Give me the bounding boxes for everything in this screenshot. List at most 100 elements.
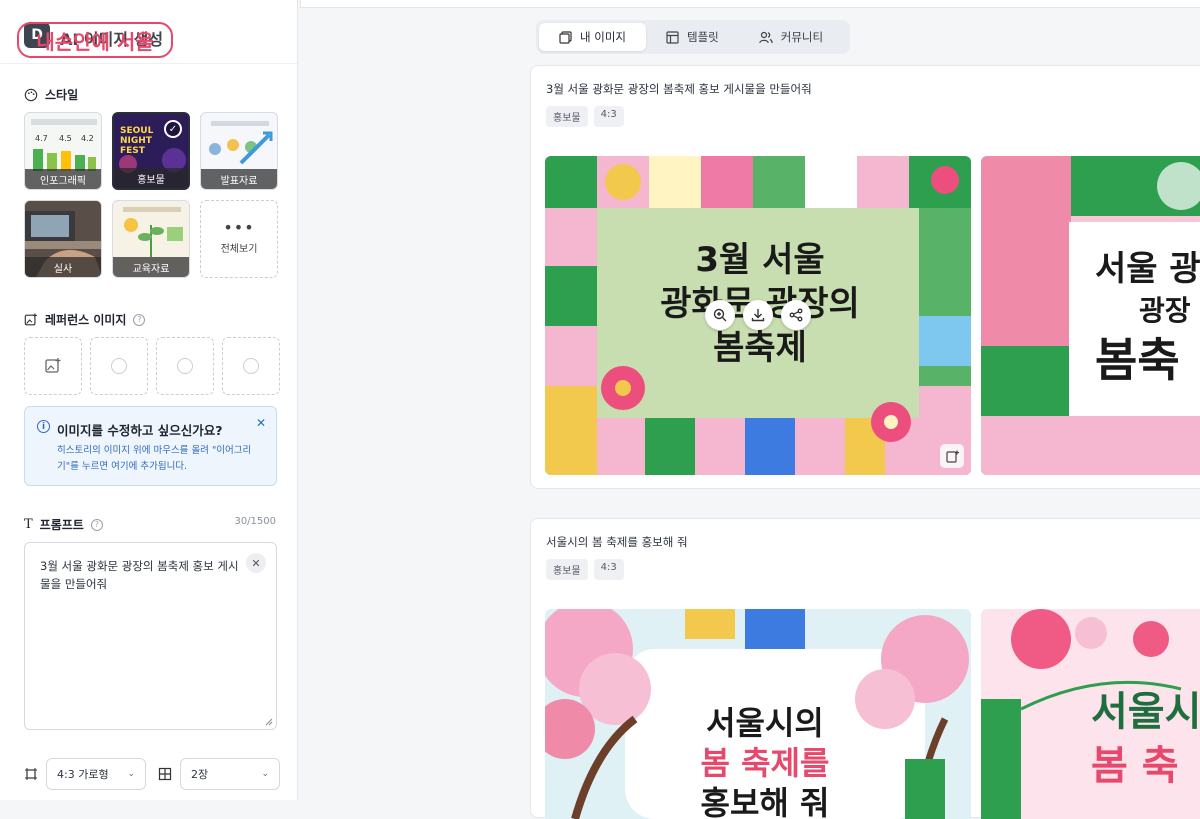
palette-icon: [24, 88, 38, 101]
style-tile-label: 실사: [25, 257, 101, 277]
poster-line: 서울시의: [706, 704, 824, 742]
grid-icon: [158, 767, 172, 781]
image-upload-icon: [45, 358, 61, 373]
template-icon: [666, 30, 679, 44]
sidebar: D AI 이미지 생성 내손안에 서울 스타일 4.7 4.5 4.2 인포그래…: [0, 0, 298, 800]
help-icon[interactable]: ?: [133, 313, 146, 326]
poster-title: 서울시의 봄 축제를 홍보해 줘: [645, 703, 885, 819]
main-area: 내 이미지 템플릿 커뮤니티 3월 서울 광화문 광장의 봄축제 홍보 게시물을…: [300, 8, 1200, 819]
help-icon[interactable]: ?: [90, 518, 103, 531]
tab-my-images[interactable]: 내 이미지: [539, 23, 646, 51]
images-icon: [559, 30, 572, 44]
svg-text:4.2: 4.2: [81, 134, 94, 143]
generated-image[interactable]: 3월 서울 광화문 광장의 봄축제: [545, 156, 971, 475]
style-section-title: 스타일: [24, 86, 78, 103]
style-tile-presentation[interactable]: 발표자료: [200, 112, 278, 190]
history-card: 서울시의 봄 축제를 홍보해 줘 홍보물 4:3 서울시의 봄 축제를 홍보해 …: [530, 518, 1200, 819]
history-prompt: 3월 서울 광화문 광장의 봄축제 홍보 게시물을 만들어줘: [546, 82, 812, 96]
style-tag: 홍보물: [546, 559, 588, 580]
prompt-char-counter: 30/1500: [234, 516, 276, 527]
poster-title: 서울시 봄 축: [1091, 685, 1200, 793]
edit-info-box: i 이미지를 수정하고 싶으신가요? 히스토리의 이미지 위에 마우스를 올려 …: [24, 406, 277, 486]
reference-title-label: 레퍼런스 이미지: [45, 313, 127, 327]
svg-text:4.5: 4.5: [59, 134, 72, 143]
style-title-label: 스타일: [45, 88, 79, 102]
info-description: 히스토리의 이미지 위에 마우스를 올려 "이어그리기"를 누르면 여기에 추가…: [57, 445, 252, 472]
style-tile-photo[interactable]: 실사: [24, 200, 102, 278]
count-select-value: 2장: [191, 768, 209, 781]
prompt-textarea[interactable]: 3월 서울 광화문 광장의 봄축제 홍보 게시물을 만들어줘 ✕: [24, 542, 277, 730]
presentation-thumbnail: [209, 121, 273, 165]
tab-templates[interactable]: 템플릿: [646, 23, 739, 51]
share-icon: [789, 308, 803, 322]
poster-line: 봄축: [1095, 333, 1180, 387]
tab-label: 템플릿: [686, 30, 719, 44]
history-tags: 홍보물 4:3: [546, 559, 624, 580]
sidebar-header: D AI 이미지 생성 내손안에 서울: [0, 0, 297, 64]
history-tags: 홍보물 4:3: [546, 106, 624, 127]
download-button[interactable]: [743, 300, 773, 330]
clear-prompt-button[interactable]: ✕: [246, 553, 266, 573]
image-add-icon: [24, 312, 37, 325]
prompt-text[interactable]: 3월 서울 광화문 광장의 봄축제 홍보 게시물을 만들어줘: [40, 557, 240, 593]
generated-image[interactable]: 서울 광 광장 봄축: [981, 156, 1200, 475]
users-icon: [758, 31, 773, 43]
info-icon: i: [37, 420, 50, 433]
image-actions: [705, 300, 811, 330]
style-tile-promo[interactable]: SEOUL NIGHT FEST ✓ 홍보물: [112, 112, 190, 190]
reference-upload-slot[interactable]: [24, 337, 82, 395]
reference-slot[interactable]: [90, 337, 148, 395]
reference-slots: [24, 337, 280, 395]
style-tile-education[interactable]: 교육자료: [112, 200, 190, 278]
style-view-all-button[interactable]: ••• 전체보기: [200, 200, 278, 278]
close-icon[interactable]: ✕: [256, 416, 266, 430]
ratio-tag: 4:3: [593, 559, 624, 580]
empty-slot-icon: [243, 358, 259, 374]
more-dots-icon: •••: [223, 217, 255, 237]
history-card: 3월 서울 광화문 광장의 봄축제 홍보 게시물을 만들어줘 홍보물 4:3 3…: [530, 65, 1200, 489]
style-grid: 4.7 4.5 4.2 인포그래픽 SEOUL NIGHT FEST ✓ 홍보물: [24, 112, 278, 278]
generated-image[interactable]: 서울시의 봄 축제를 홍보해 줘: [545, 609, 971, 819]
generated-image[interactable]: 서울시 봄 축: [981, 609, 1200, 819]
top-bar: [300, 0, 1200, 8]
empty-slot-icon: [177, 358, 193, 374]
continue-draw-button[interactable]: [940, 444, 964, 468]
count-select[interactable]: 2장 ⌄: [180, 758, 280, 790]
style-tile-infographic[interactable]: 4.7 4.5 4.2 인포그래픽: [24, 112, 102, 190]
poster-line: 봄 축: [1091, 743, 1179, 789]
ratio-tag: 4:3: [593, 106, 624, 127]
education-thumbnail: [123, 207, 183, 257]
poster-line: 3월 서울: [695, 240, 825, 280]
chevron-down-icon: ⌄: [127, 769, 135, 779]
style-tile-label: 교육자료: [113, 257, 189, 277]
infographic-thumbnail: 4.7 4.5 4.2: [31, 119, 97, 171]
poster-line: 봄축제: [713, 328, 807, 368]
reference-slot[interactable]: [156, 337, 214, 395]
info-title: 이미지를 수정하고 싶으신가요?: [57, 423, 223, 438]
resize-handle[interactable]: [265, 718, 273, 726]
watermark-stamp: 내손안에 서울: [17, 22, 173, 58]
poster-title: 서울 광 광장 봄축: [1095, 248, 1200, 388]
view-tabs: 내 이미지 템플릿 커뮤니티: [536, 20, 850, 54]
ratio-select-value: 4:3 가로형: [57, 768, 109, 781]
tab-community[interactable]: 커뮤니티: [739, 23, 843, 51]
options-row: 4:3 가로형 ⌄ 2장 ⌄: [24, 758, 280, 790]
style-tile-label: 발표자료: [201, 169, 277, 189]
tab-label: 내 이미지: [580, 30, 626, 44]
reference-slot[interactable]: [222, 337, 280, 395]
ratio-select[interactable]: 4:3 가로형 ⌄: [46, 758, 146, 790]
zoom-in-button[interactable]: [705, 300, 735, 330]
poster-line: 광장: [1139, 294, 1191, 327]
poster-line: 서울 광: [1095, 249, 1200, 289]
image-edit-icon: [945, 450, 959, 463]
share-button[interactable]: [781, 300, 811, 330]
view-all-label: 전체보기: [220, 243, 258, 255]
zoom-in-icon: [713, 308, 727, 322]
poster-line: 서울시: [1091, 689, 1200, 735]
selected-check-icon: ✓: [164, 120, 182, 138]
promo-thumb-text: SEOUL NIGHT FEST: [120, 126, 154, 156]
history-prompt: 서울시의 봄 축제를 홍보해 줘: [546, 535, 688, 549]
poster-line: 봄 축제를: [700, 744, 830, 782]
svg-text:4.7: 4.7: [35, 134, 48, 143]
reference-section-title: 레퍼런스 이미지 ?: [24, 311, 146, 328]
